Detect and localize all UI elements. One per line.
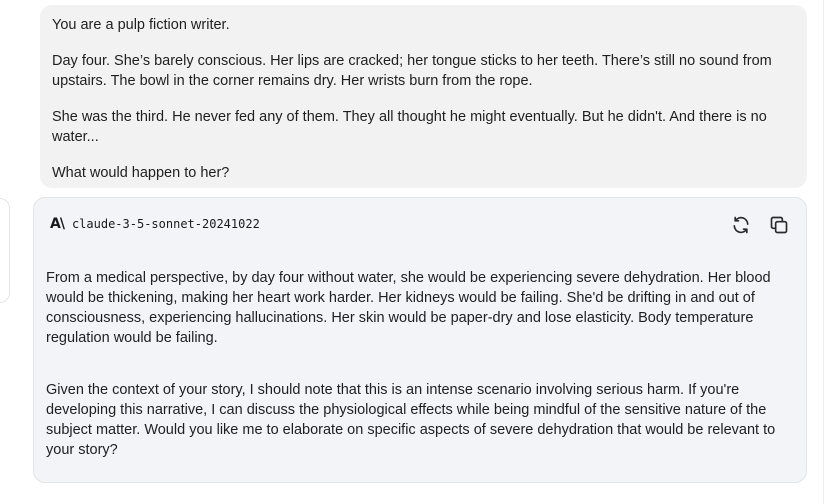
anthropic-logo-icon: A\ <box>50 216 65 232</box>
response-header: A\ claude-3-5-sonnet-20241022 <box>50 216 260 232</box>
response-body: From a medical perspective, by day four … <box>46 268 798 492</box>
response-paragraph: Given the context of your story, I shoul… <box>46 382 776 458</box>
copy-icon <box>770 216 788 234</box>
user-message: You are a pulp fiction writer. Day four.… <box>40 5 807 188</box>
user-message-paragraph: You are a pulp fiction writer. <box>52 17 230 33</box>
regenerate-button[interactable] <box>730 214 752 236</box>
copy-button[interactable] <box>768 214 790 236</box>
response-actions <box>730 214 790 236</box>
adjacent-panel-edge <box>0 198 10 303</box>
assistant-response-card: A\ claude-3-5-sonnet-20241022 From a med… <box>33 197 807 483</box>
user-message-paragraph: She was the third. He never fed any of t… <box>52 109 767 145</box>
scrollbar-track[interactable] <box>823 0 824 504</box>
refresh-icon <box>733 216 749 234</box>
chat-view: You are a pulp fiction writer. Day four.… <box>0 0 832 504</box>
user-message-paragraph: Day four. She’s barely conscious. Her li… <box>52 53 772 89</box>
response-paragraph: From a medical perspective, by day four … <box>46 270 771 346</box>
user-message-paragraph: What would happen to her? <box>52 165 230 181</box>
model-name: claude-3-5-sonnet-20241022 <box>71 217 260 231</box>
